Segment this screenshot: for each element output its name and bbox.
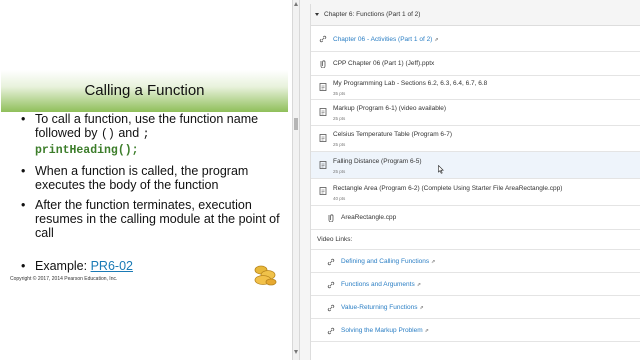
bullet-call-function: To call a function, use the function nam… xyxy=(21,112,283,158)
module-item-text: Defining and Calling Functions ⇗ xyxy=(341,258,435,265)
module-item-text: CPP Chapter 06 (Part 1) (Jeff).pptx xyxy=(333,60,434,67)
external-link-icon: ⇗ xyxy=(431,259,436,265)
slide-viewer: Calling a Function To call a function, u… xyxy=(0,0,293,360)
module-item-video-markup[interactable]: Solving the Markup Problem ⇗ xyxy=(311,319,640,342)
bullet1-code-semicolon: ; xyxy=(142,128,150,141)
module-item-text: Markup (Program 6-1) (video available) 2… xyxy=(333,105,446,121)
module-title: Chapter 6: Functions (Part 1 of 2) xyxy=(324,11,421,18)
module-item-text: Falling Distance (Program 6-5) 25 pts xyxy=(333,158,422,174)
module-item-title[interactable]: Value-Returning Functions ⇗ xyxy=(341,304,424,311)
module-item-rectangle-area[interactable]: Rectangle Area (Program 6-2) (Complete U… xyxy=(311,179,640,206)
assignment-icon xyxy=(319,187,327,195)
module-item-text: Functions and Arguments ⇗ xyxy=(341,281,421,288)
module-item-falling-distance[interactable]: Falling Distance (Program 6-5) 25 pts xyxy=(311,152,640,179)
bullet-execution-resumes: After the function terminates, execution… xyxy=(21,198,283,240)
module-item-activities[interactable]: Chapter 06 - Activities (Part 1 of 2) ⇗ xyxy=(311,26,640,52)
module-item-title[interactable]: My Programming Lab - Sections 6.2, 6.3, … xyxy=(333,80,487,87)
example-link[interactable]: PR6-02 xyxy=(91,259,133,273)
module-item-text: Chapter 06 - Activities (Part 1 of 2) ⇗ xyxy=(333,36,439,43)
bullet-program-executes: When a function is called, the program e… xyxy=(21,164,283,192)
bullet1-and: and xyxy=(118,126,140,140)
module-item-title[interactable]: Celsius Temperature Table (Program 6-7) xyxy=(333,131,452,138)
bullet-example: Example: PR6-02 xyxy=(21,259,133,273)
module-item-points: 40 pts xyxy=(333,196,346,201)
link-icon xyxy=(327,281,335,289)
scroll-down-arrow-icon[interactable] xyxy=(294,350,298,354)
module-item-title[interactable]: Defining and Calling Functions ⇗ xyxy=(341,258,435,265)
module-item-title[interactable]: Solving the Markup Problem ⇗ xyxy=(341,327,429,334)
scroll-up-arrow-icon[interactable] xyxy=(294,2,298,6)
attachment-icon xyxy=(320,60,326,68)
module-item-video-arguments[interactable]: Functions and Arguments ⇗ xyxy=(311,273,640,296)
attachment-icon xyxy=(328,214,334,222)
scrollbar-thumb[interactable] xyxy=(294,118,298,130)
slide-copyright: Copyright © 2017, 2014 Pearson Education… xyxy=(10,276,118,282)
module-item-text: Celsius Temperature Table (Program 6-7) … xyxy=(333,131,452,147)
module-item-title[interactable]: AreaRectangle.cpp xyxy=(341,214,396,221)
external-link-icon: ⇗ xyxy=(434,37,439,43)
module-chapter-6: Chapter 6: Functions (Part 1 of 2) Chapt… xyxy=(310,4,640,360)
mouse-cursor-icon xyxy=(438,165,444,174)
slide: Calling a Function To call a function, u… xyxy=(1,70,288,288)
module-item-celsius[interactable]: Celsius Temperature Table (Program 6-7) … xyxy=(311,126,640,152)
caret-down-icon[interactable] xyxy=(315,13,319,16)
link-icon xyxy=(327,327,335,335)
assignment-icon xyxy=(319,134,327,142)
module-item-text: My Programming Lab - Sections 6.2, 6.3, … xyxy=(333,80,487,96)
module-item-text: Value-Returning Functions ⇗ xyxy=(341,304,424,311)
module-item-pptx[interactable]: CPP Chapter 06 (Part 1) (Jeff).pptx xyxy=(311,52,640,76)
module-item-title[interactable]: CPP Chapter 06 (Part 1) (Jeff).pptx xyxy=(333,60,434,67)
bullet1-example-code: printHeading(); xyxy=(35,144,139,157)
module-item-mpl[interactable]: My Programming Lab - Sections 6.2, 6.3, … xyxy=(311,76,640,100)
module-item-text: Solving the Markup Problem ⇗ xyxy=(341,327,429,334)
subheader-text: Video Links: xyxy=(317,236,353,243)
bullet1-code-parens: () xyxy=(101,128,115,141)
module-item-video-value-returning[interactable]: Value-Returning Functions ⇗ xyxy=(311,296,640,319)
module-header[interactable]: Chapter 6: Functions (Part 1 of 2) xyxy=(311,4,640,26)
module-item-points: 25 pts xyxy=(333,169,346,174)
assignment-icon xyxy=(319,108,327,116)
module-item-title[interactable]: Chapter 06 - Activities (Part 1 of 2) ⇗ xyxy=(333,36,439,43)
module-item-title[interactable]: Functions and Arguments ⇗ xyxy=(341,281,421,288)
assignment-icon xyxy=(319,83,327,91)
module-item-markup[interactable]: Markup (Program 6-1) (video available) 2… xyxy=(311,100,640,126)
module-item-area-rectangle-cpp[interactable]: AreaRectangle.cpp xyxy=(311,206,640,230)
external-link-icon: ⇗ xyxy=(424,328,429,334)
link-icon xyxy=(327,258,335,266)
module-item-text: Rectangle Area (Program 6-2) (Complete U… xyxy=(333,185,562,201)
pane-splitter[interactable] xyxy=(292,0,300,360)
module-item-points: 25 pts xyxy=(333,142,346,147)
slide-title: Calling a Function xyxy=(84,82,205,99)
module-item-points: 35 pts xyxy=(333,91,346,96)
link-icon xyxy=(319,35,327,43)
module-item-title[interactable]: Falling Distance (Program 6-5) xyxy=(333,158,422,165)
assignment-icon xyxy=(319,161,327,169)
screen: Calling a Function To call a function, u… xyxy=(0,0,640,360)
module-item-text: AreaRectangle.cpp xyxy=(341,214,396,221)
module-item-title[interactable]: Markup (Program 6-1) (video available) xyxy=(333,105,446,112)
module-subheader-video-links: Video Links: xyxy=(311,230,640,250)
link-icon xyxy=(327,304,335,312)
external-link-icon: ⇗ xyxy=(419,305,424,311)
coins-icon xyxy=(254,265,277,286)
module-item-video-defining[interactable]: Defining and Calling Functions ⇗ xyxy=(311,250,640,273)
modules-pane: Chapter 6: Functions (Part 1 of 2) Chapt… xyxy=(300,0,640,360)
external-link-icon: ⇗ xyxy=(416,282,421,288)
module-item-points: 25 pts xyxy=(333,116,346,121)
module-item-title[interactable]: Rectangle Area (Program 6-2) (Complete U… xyxy=(333,185,562,192)
example-label: Example: xyxy=(35,259,88,273)
slide-bullets: To call a function, use the function nam… xyxy=(21,112,283,246)
